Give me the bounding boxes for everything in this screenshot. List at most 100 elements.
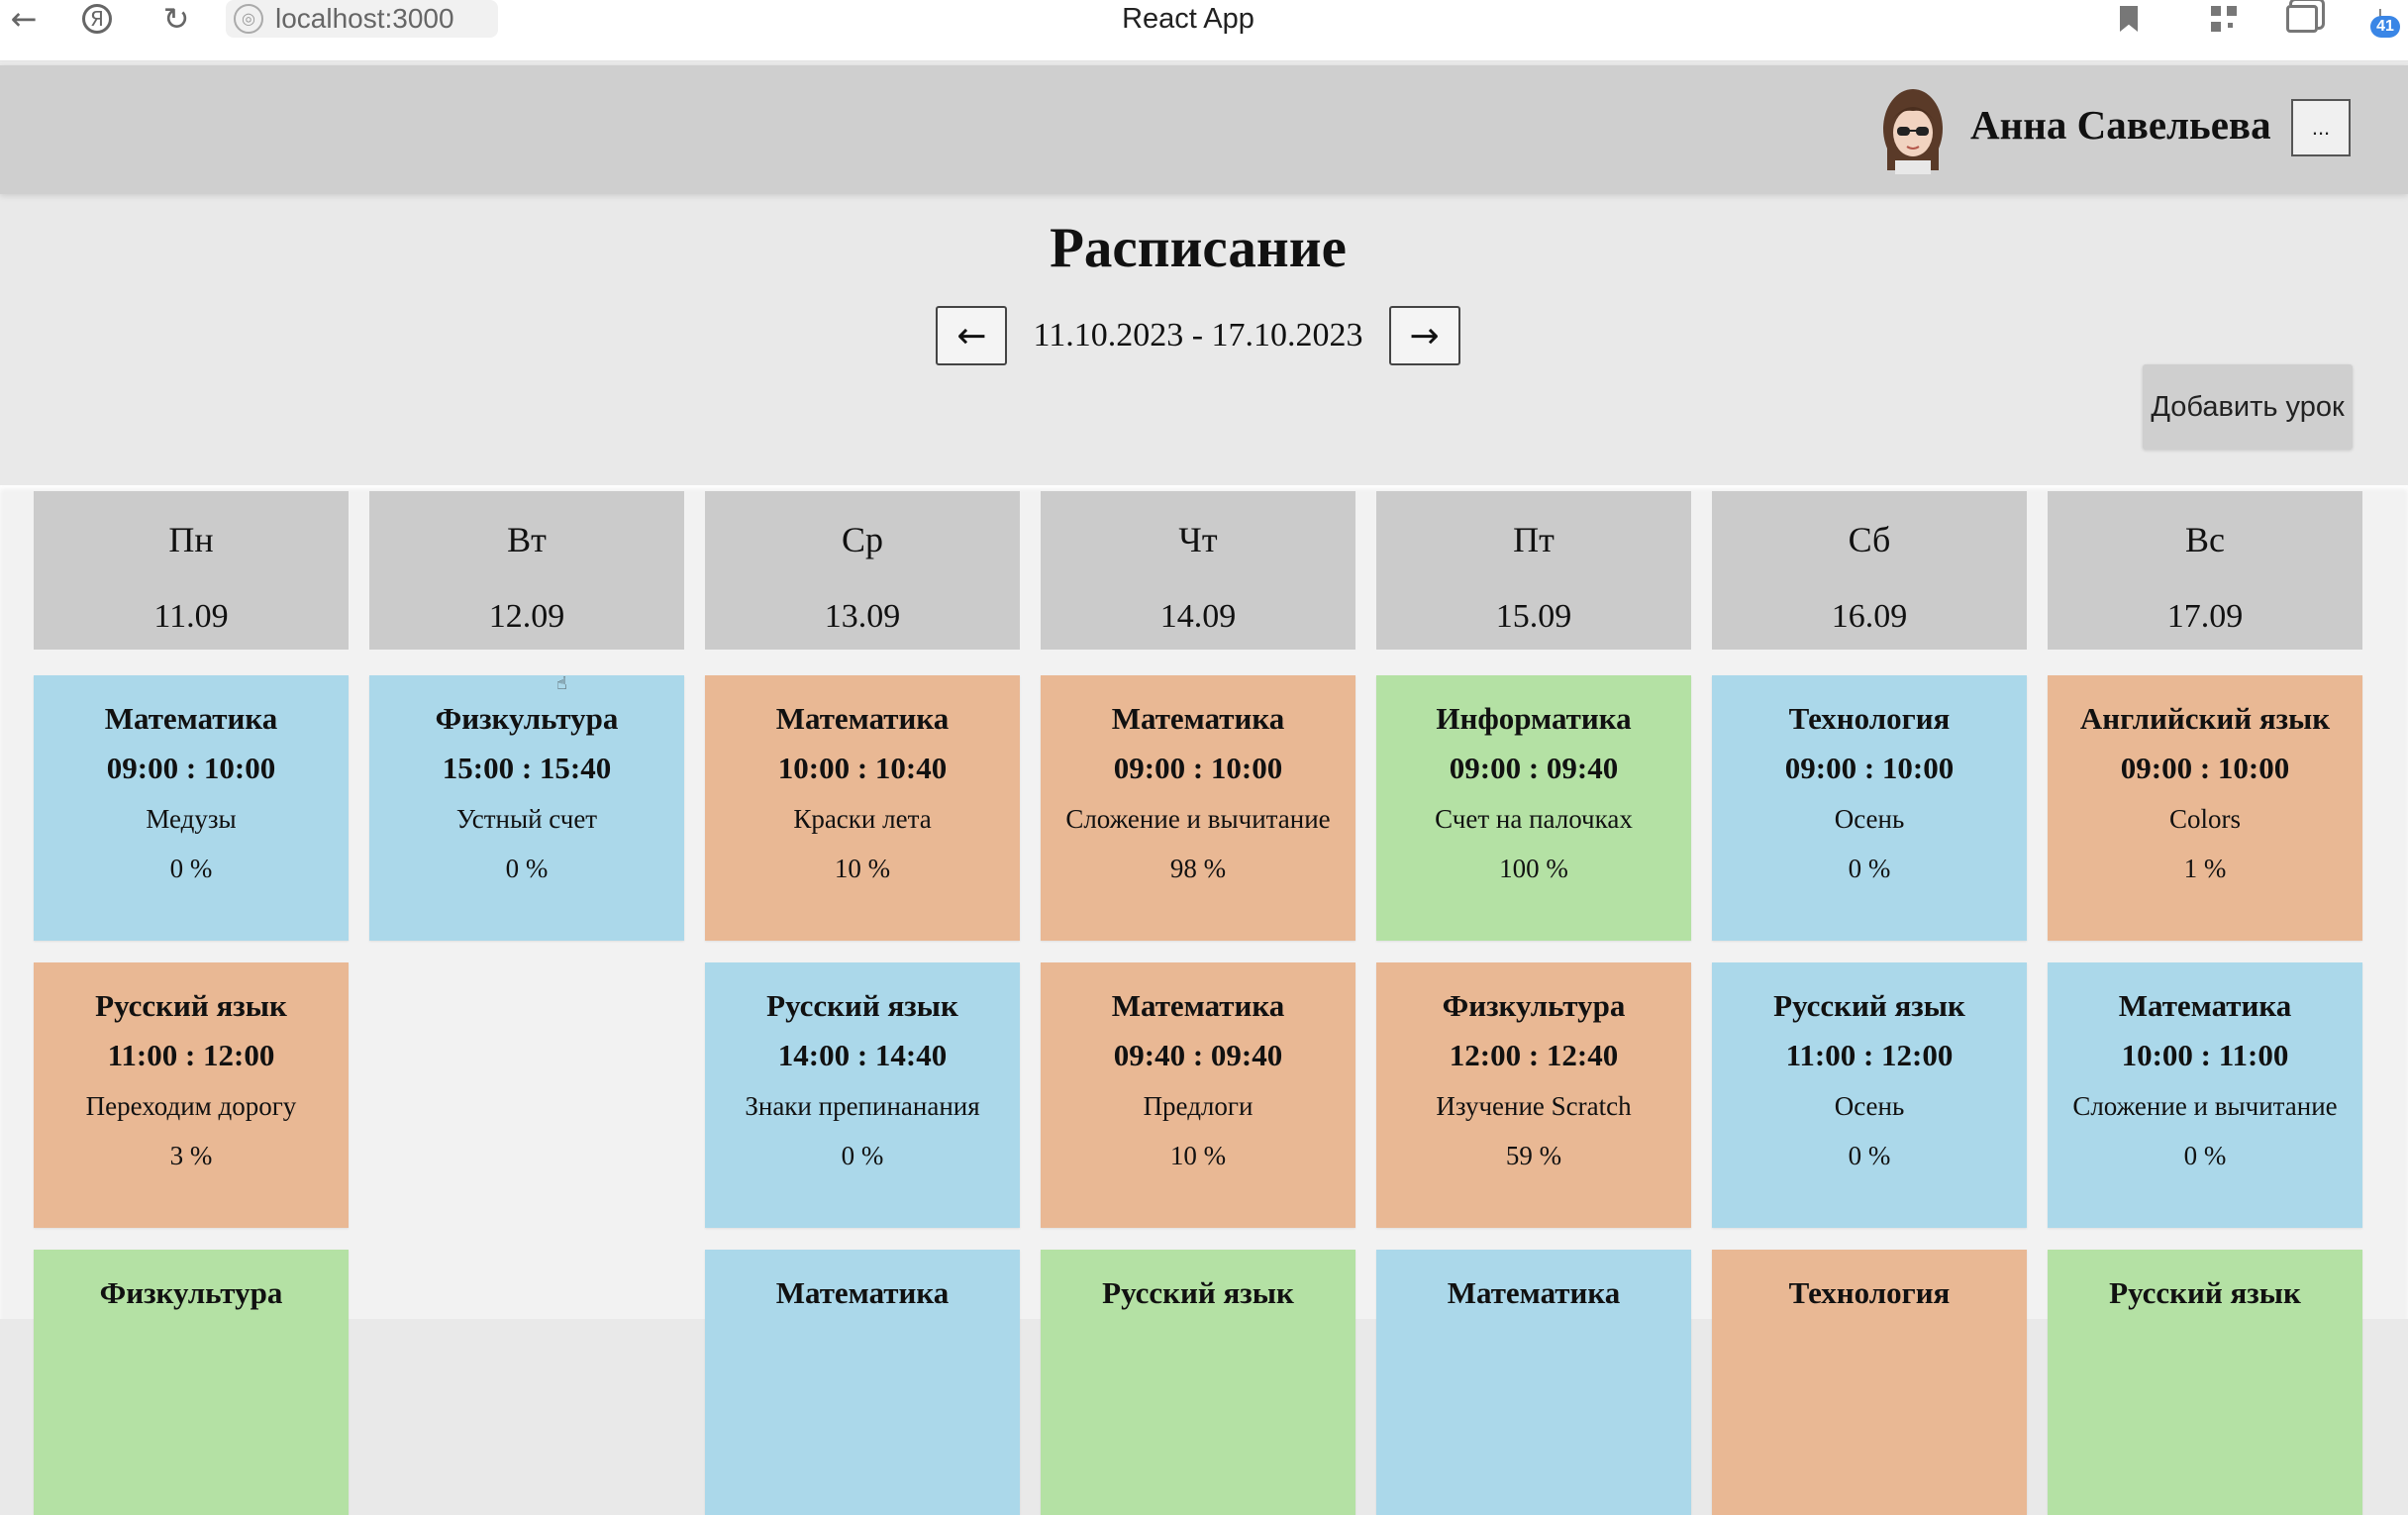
mouse-cursor-icon: ☝ <box>556 673 567 694</box>
lesson-card[interactable]: Физкультура 15:00 : 15:40 Устный счет 0 % <box>369 675 684 941</box>
lesson-card[interactable]: Русский язык <box>2048 1250 2362 1515</box>
lesson-progress: 10 % <box>1169 1141 1227 1170</box>
lesson-topic: Предлоги <box>1143 1091 1254 1121</box>
lesson-card[interactable]: Математика 10:00 : 11:00 Сложение и вычита… <box>2048 962 2362 1228</box>
lesson-topic: Медузы <box>146 804 237 834</box>
lesson-card[interactable]: Физкультура <box>34 1250 349 1515</box>
lesson-time: 09:00 : 09:40 <box>1449 751 1619 785</box>
lesson-subject: Математика <box>2118 988 2292 1023</box>
lesson-card[interactable]: Математика 09:00 : 10:00 Сложение и вычита… <box>1041 675 1355 941</box>
lesson-progress: 1 % <box>2183 854 2227 883</box>
day-name: Вт <box>507 520 547 559</box>
reload-icon[interactable]: ↻ <box>156 0 196 38</box>
day-date: 15.09 <box>1495 598 1572 635</box>
lesson-time: 15:00 : 15:40 <box>442 751 612 785</box>
lesson-subject: Технология <box>1788 701 1951 736</box>
day-name: Пн <box>168 520 214 559</box>
day-header: Вт 12.09 <box>369 491 684 650</box>
lesson-subject: Русский язык <box>1773 988 1965 1023</box>
bookmark-icon[interactable] <box>2109 0 2149 38</box>
day-date: 14.09 <box>1159 598 1237 635</box>
lesson-card[interactable]: Математика <box>1376 1250 1691 1515</box>
lesson-progress: 0 % <box>1848 854 1891 883</box>
lesson-subject: Физкультура <box>1442 988 1626 1023</box>
lesson-card[interactable]: Технология 09:00 : 10:00 Осень 0 % <box>1712 675 2027 941</box>
lesson-subject: Математика <box>775 1275 950 1310</box>
yandex-logo-icon[interactable]: Я <box>77 0 117 38</box>
lesson-progress: 0 % <box>169 854 213 883</box>
user-avatar[interactable] <box>1873 85 1953 174</box>
week-date-range: 11.10.2023 - 17.10.2023 <box>1033 317 1363 354</box>
lesson-card[interactable]: Физкультура 12:00 : 12:40 Изучение Scratch… <box>1376 962 1691 1228</box>
user-name: Анна Савельева <box>1970 102 2271 148</box>
url-text: localhost:3000 <box>275 3 454 34</box>
day-date: 13.09 <box>824 598 901 635</box>
lesson-time: 12:00 : 12:40 <box>1449 1038 1619 1072</box>
schedule-grid: Пн 11.09 Математика 09:00 : 10:00 Медузы 0 % Р… <box>0 485 2408 1515</box>
lesson-card[interactable]: Технология <box>1712 1250 2027 1515</box>
lesson-time: 11:00 : 12:00 <box>107 1038 275 1072</box>
lesson-card[interactable]: Английский язык 09:00 : 10:00 Colors 1 % <box>2048 675 2362 941</box>
lesson-subject: Информатика <box>1436 701 1632 736</box>
lesson-topic: Осень <box>1834 1091 1905 1121</box>
address-bar[interactable]: ◎ localhost:3000 <box>226 0 498 38</box>
day-header: Чт 14.09 <box>1041 491 1355 650</box>
lesson-progress: 0 % <box>841 1141 884 1170</box>
lesson-time: 14:00 : 14:40 <box>777 1038 948 1072</box>
lesson-card[interactable]: Русский язык 11:00 : 12:00 Осень 0 % <box>1712 962 2027 1228</box>
page-title: Расписание <box>1050 217 1347 279</box>
next-week-button[interactable]: → <box>1388 306 1460 365</box>
day-name: Вс <box>2185 520 2225 559</box>
lesson-subject: Английский язык <box>2079 701 2331 736</box>
lesson-card[interactable]: Русский язык <box>1041 1250 1355 1515</box>
day-name: Пт <box>1513 520 1555 559</box>
lesson-subject: Физкультура <box>99 1275 283 1310</box>
lesson-topic: Счет на палочках <box>1435 804 1633 834</box>
lesson-card[interactable]: Математика 10:00 : 10:40 Краски лета 10 % <box>705 675 1020 941</box>
lesson-card[interactable]: Русский язык 11:00 : 12:00 Переходим дорог… <box>34 962 349 1228</box>
lesson-progress: 0 % <box>2183 1141 2227 1170</box>
user-menu-button[interactable]: ... <box>2291 99 2351 156</box>
lesson-topic: Краски лета <box>793 804 932 834</box>
lesson-topic: Знаки препинанания <box>745 1091 980 1121</box>
lesson-progress: 98 % <box>1169 854 1227 883</box>
week-navigation: ← 11.10.2023 - 17.10.2023 → <box>0 305 2396 366</box>
day-header: Вс 17.09 <box>2048 491 2362 650</box>
lesson-time: 09:00 : 10:00 <box>1113 751 1283 785</box>
day-date: 11.09 <box>153 598 229 635</box>
day-date: 16.09 <box>1831 598 1908 635</box>
lesson-card[interactable]: Математика <box>705 1250 1020 1515</box>
lesson-subject: Технология <box>1788 1275 1951 1310</box>
day-name: Сб <box>1848 520 1891 559</box>
add-lesson-button[interactable]: Добавить урок <box>2143 364 2353 450</box>
back-arrow-icon[interactable]: ← <box>4 0 44 38</box>
lesson-progress: 0 % <box>1848 1141 1891 1170</box>
lesson-progress: 0 % <box>505 854 549 883</box>
lesson-card[interactable]: Математика 09:40 : 09:40 Предлоги 10 % <box>1041 962 1355 1228</box>
qr-code-icon[interactable] <box>2204 0 2244 38</box>
lesson-time: 10:00 : 10:40 <box>777 751 948 785</box>
lesson-topic: Colors <box>2168 804 2241 834</box>
lesson-card[interactable]: Информатика 09:00 : 09:40 Счет на палочках… <box>1376 675 1691 941</box>
tabs-icon[interactable] <box>2280 0 2324 38</box>
lesson-topic: Сложение и вычитание <box>1065 804 1331 834</box>
site-info-icon[interactable]: ◎ <box>234 4 263 34</box>
lesson-progress: 100 % <box>1499 854 1568 883</box>
lesson-card[interactable]: Математика 09:00 : 10:00 Медузы 0 % <box>34 675 349 941</box>
lesson-subject: Математика <box>1111 988 1285 1023</box>
day-date: 17.09 <box>2166 598 2244 635</box>
lesson-subject: Русский язык <box>1102 1275 1294 1310</box>
lesson-subject: Русский язык <box>766 988 958 1023</box>
lesson-card[interactable]: Русский язык 14:00 : 14:40 Знаки препинана… <box>705 962 1020 1228</box>
lesson-time: 10:00 : 11:00 <box>2121 1038 2289 1072</box>
day-header: Пт 15.09 <box>1376 491 1691 650</box>
day-name: Чт <box>1178 520 1218 559</box>
lesson-subject: Математика <box>775 701 950 736</box>
lesson-subject: Математика <box>104 701 278 736</box>
lesson-time: 09:00 : 10:00 <box>106 751 276 785</box>
lesson-subject: Русский язык <box>2109 1275 2301 1310</box>
avatar-image <box>1883 89 1943 174</box>
prev-week-button[interactable]: ← <box>936 306 1008 365</box>
app-header: Анна Савельева ... <box>0 65 2408 194</box>
lesson-time: 09:00 : 10:00 <box>1784 751 1955 785</box>
